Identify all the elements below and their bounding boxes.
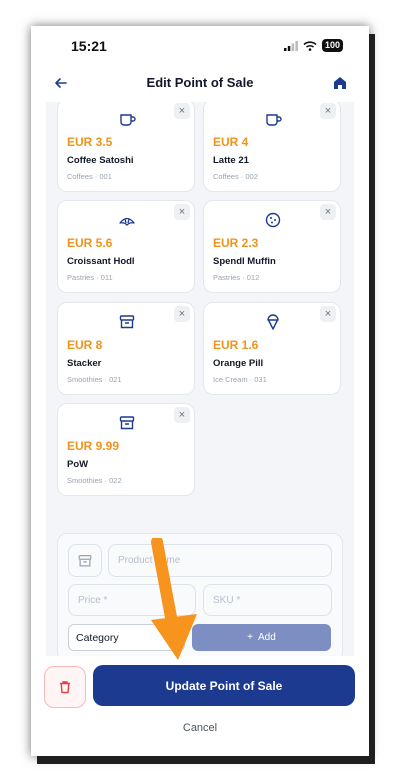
- product-card[interactable]: × EUR 2.3 Spendl Muffin Pastries · 012: [203, 200, 341, 293]
- product-card[interactable]: × EUR 1.6 Orange Pill Ice Cream · 031: [203, 302, 341, 395]
- footer-actions: Update Point of Sale Cancel: [31, 656, 369, 756]
- page-title: Edit Point of Sale: [146, 75, 254, 90]
- product-price: EUR 8: [67, 338, 103, 352]
- product-meta: Ice Cream · 031: [213, 375, 267, 384]
- product-meta: Smoothies · 021: [67, 375, 122, 384]
- product-price: EUR 4: [213, 135, 249, 149]
- remove-product-button[interactable]: ×: [174, 103, 190, 119]
- status-time: 15:21: [71, 38, 107, 54]
- home-icon[interactable]: [331, 74, 349, 92]
- ice-cream-icon: [267, 314, 279, 330]
- product-image-button[interactable]: [68, 544, 102, 577]
- product-name: PoW: [67, 459, 89, 470]
- product-price: EUR 1.6: [213, 338, 259, 352]
- coffee-cup-icon: [266, 114, 282, 126]
- archive-box-icon: [119, 315, 135, 329]
- battery-indicator: 100: [321, 39, 343, 52]
- delete-button[interactable]: [44, 666, 86, 708]
- product-meta: Smoothies · 022: [67, 476, 122, 485]
- status-icons: 100: [283, 39, 343, 52]
- remove-product-button[interactable]: ×: [174, 407, 190, 423]
- product-name: Croissant Hodl: [67, 256, 135, 267]
- product-name: Latte 21: [213, 155, 249, 166]
- add-label: Add: [258, 632, 276, 643]
- product-card[interactable]: × EUR 9.99 PoW Smoothies · 022: [57, 403, 195, 496]
- remove-product-button[interactable]: ×: [320, 306, 336, 322]
- cancel-link[interactable]: Cancel: [31, 722, 369, 734]
- remove-product-button[interactable]: ×: [174, 306, 190, 322]
- product-meta: Pastries · 012: [213, 273, 260, 282]
- croissant-icon: [119, 217, 135, 226]
- orange-arrow-annotation: [151, 538, 197, 660]
- archive-box-icon: [78, 554, 92, 567]
- update-point-of-sale-button[interactable]: Update Point of Sale: [93, 665, 355, 706]
- product-name: Stacker: [67, 358, 102, 369]
- add-product-button[interactable]: + Add: [192, 624, 331, 651]
- product-meta: Coffees · 001: [67, 172, 112, 181]
- remove-product-button[interactable]: ×: [174, 204, 190, 220]
- product-price: EUR 9.99: [67, 439, 120, 453]
- plus-icon: +: [247, 632, 254, 643]
- product-card[interactable]: × EUR 8 Stacker Smoothies · 021: [57, 302, 195, 395]
- product-name: Spendl Muffin: [213, 256, 276, 267]
- wifi-icon: [303, 40, 317, 51]
- product-name: Orange Pill: [213, 358, 264, 369]
- product-name: Coffee Satoshi: [67, 155, 134, 166]
- archive-box-icon: [119, 416, 135, 430]
- status-bar: 15:21 100: [31, 26, 369, 66]
- product-card[interactable]: × EUR 3.5 Coffee Satoshi Coffees · 001: [57, 102, 195, 192]
- product-card[interactable]: × EUR 4 Latte 21 Coffees · 002: [203, 102, 341, 192]
- product-price: EUR 3.5: [67, 135, 113, 149]
- product-price: EUR 5.6: [67, 236, 113, 250]
- coffee-cup-icon: [120, 114, 136, 126]
- remove-product-button[interactable]: ×: [320, 204, 336, 220]
- product-price: EUR 2.3: [213, 236, 259, 250]
- remove-product-button[interactable]: ×: [320, 103, 336, 119]
- nav-bar: Edit Point of Sale: [31, 66, 369, 102]
- product-meta: Coffees · 002: [213, 172, 258, 181]
- product-meta: Pastries · 011: [67, 273, 113, 282]
- signal-icon: [283, 40, 298, 51]
- sku-input[interactable]: SKU *: [203, 584, 332, 616]
- trash-icon: [60, 681, 70, 694]
- cookie-icon: [265, 212, 281, 228]
- product-card[interactable]: × EUR 5.6 Croissant Hodl Pastries · 011: [57, 200, 195, 293]
